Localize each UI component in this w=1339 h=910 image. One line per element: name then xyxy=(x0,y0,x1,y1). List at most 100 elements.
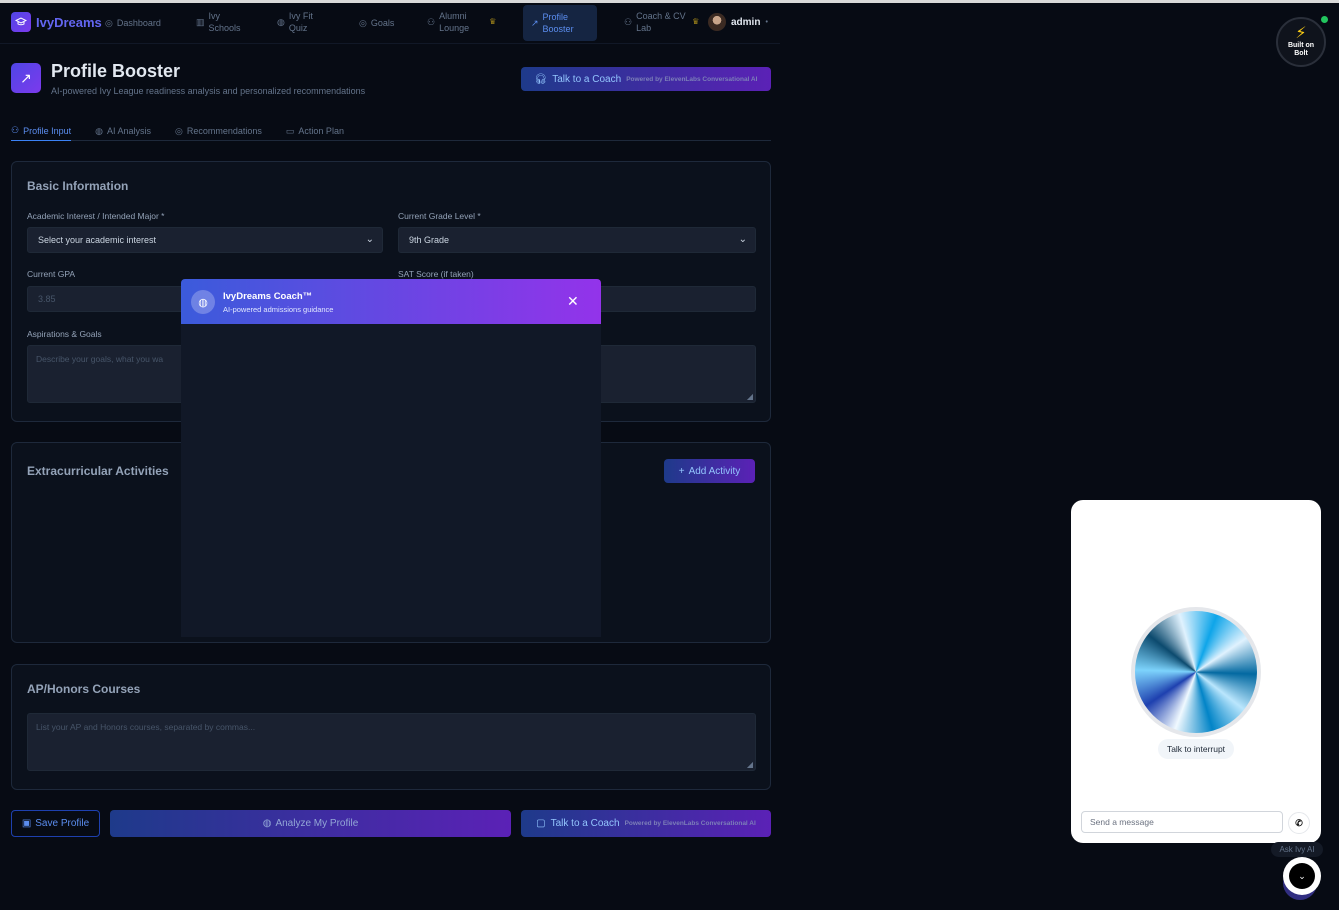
brain-icon: ◍ xyxy=(277,17,285,27)
end-call-icon[interactable]: ✆ xyxy=(1288,812,1310,834)
save-profile-button[interactable]: ▣ Save Profile xyxy=(11,810,100,837)
add-activity-button[interactable]: + Add Activity xyxy=(664,459,755,483)
resize-handle-icon[interactable]: ◢ xyxy=(747,392,753,401)
tab-ai-analysis[interactable]: ◍ AI Analysis xyxy=(95,121,151,141)
sat-label: SAT Score (if taken) xyxy=(398,269,474,279)
username: admin xyxy=(731,16,761,28)
bolt-line1: Built on xyxy=(1287,42,1315,49)
nav-divider xyxy=(0,43,780,44)
tab-label: AI Analysis xyxy=(106,126,151,136)
bolt-line2: Bolt xyxy=(1294,50,1308,57)
nav-item-ivy-fit-quiz[interactable]: ◍ Ivy Fit Quiz xyxy=(277,10,322,34)
modal-header: ◍ IvyDreams Coach™ AI-powered admissions… xyxy=(181,279,601,324)
resize-handle-icon[interactable]: ◢ xyxy=(747,760,753,769)
nav-label: Ivy Schools xyxy=(208,11,241,33)
chevron-down-icon: ⌄ xyxy=(1289,863,1315,889)
chevron-down-icon: ⌄ xyxy=(738,234,747,245)
major-select[interactable]: Select your academic interest ⌄ xyxy=(27,227,383,253)
avatar xyxy=(708,13,726,31)
brain-icon: ◍ xyxy=(191,290,215,314)
grade-value: 9th Grade xyxy=(409,235,450,245)
voice-orb[interactable] xyxy=(1135,611,1257,733)
grade-select[interactable]: 9th Grade ⌄ xyxy=(398,227,756,253)
trending-up-icon: ↗ xyxy=(11,63,41,93)
user-icon: ⚇ xyxy=(624,17,633,27)
chevron-down-icon: ⌄ xyxy=(365,234,374,245)
built-on-bolt-badge[interactable]: ⚡︎ Built on Bolt xyxy=(1276,17,1326,67)
gpa-placeholder: 3.85 xyxy=(38,294,56,304)
coach-button-label: Talk to a Coach xyxy=(552,73,622,85)
nav-item-coach-cv-lab[interactable]: ⚇ Coach & CV Lab ♛ xyxy=(624,10,699,34)
talk-to-coach-button[interactable]: 🎧︎ Talk to a Coach Powered by ElevenLabs… xyxy=(521,67,771,91)
nav-item-profile-booster[interactable]: ↗ Profile Booster xyxy=(523,5,597,41)
major-value: Select your academic interest xyxy=(38,235,157,245)
interrupt-label: Talk to interrupt xyxy=(1166,744,1226,754)
nav-label: Alumni Lounge xyxy=(439,11,470,33)
ap-placeholder: List your AP and Honors courses, separat… xyxy=(36,722,256,732)
crown-icon: ♛ xyxy=(489,17,497,26)
section-title: Basic Information xyxy=(27,179,129,193)
ap-courses-textarea[interactable]: List your AP and Honors courses, separat… xyxy=(27,713,756,771)
logo-text: IvyDreams xyxy=(36,14,102,30)
modal-subtitle: AI-powered admissions guidance xyxy=(223,305,334,314)
page-title: Profile Booster xyxy=(51,61,181,81)
user-menu[interactable]: admin • xyxy=(708,13,768,31)
ap-courses-card: AP/Honors Courses List your AP and Honor… xyxy=(11,664,771,790)
crown-icon: ♛ xyxy=(692,17,700,26)
ask-ivy-label: Ask Ivy AI xyxy=(1271,842,1323,857)
nav-item-alumni-lounge[interactable]: ⚇ Alumni Lounge ♛ xyxy=(427,10,496,34)
nav-label: Dashboard xyxy=(116,18,161,28)
section-title: Extracurricular Activities xyxy=(27,464,169,478)
close-icon[interactable]: ✕ xyxy=(567,293,579,310)
section-title: AP/Honors Courses xyxy=(27,682,141,696)
brain-icon: ◍ xyxy=(95,125,103,136)
modal-title: IvyDreams Coach™ xyxy=(223,291,313,302)
aspirations-placeholder: Describe your goals, what you wa xyxy=(36,354,164,364)
nav-item-ivy-schools[interactable]: ▥ Ivy Schools xyxy=(196,10,246,34)
voice-agent-widget: Talk to interrupt Send a message ✆ xyxy=(1071,500,1321,843)
graduation-cap-icon xyxy=(11,12,31,32)
add-activity-label: Add Activity xyxy=(688,465,741,477)
tab-label: Recommendations xyxy=(186,126,262,136)
tab-recommendations[interactable]: ◎ Recommendations xyxy=(175,121,262,141)
tab-label: Action Plan xyxy=(298,126,344,136)
grade-label: Current Grade Level * xyxy=(398,211,481,221)
user-icon: ⚇ xyxy=(11,125,20,135)
message-icon: ▢ xyxy=(536,818,546,829)
nav-item-goals[interactable]: ◎ Goals xyxy=(359,17,394,29)
message-placeholder: Send a message xyxy=(1090,817,1154,827)
coach-button-label: Talk to a Coach xyxy=(550,818,620,829)
trending-up-icon: ↗ xyxy=(531,18,539,28)
talk-to-interrupt-button[interactable]: Talk to interrupt xyxy=(1158,739,1234,759)
building-icon: ▥ xyxy=(196,17,205,27)
tab-label: Profile Input xyxy=(23,125,72,136)
aspirations-label: Aspirations & Goals xyxy=(27,329,102,339)
talk-to-coach-button-bottom[interactable]: ▢ Talk to a Coach Powered by ElevenLabs … xyxy=(521,810,771,837)
major-label: Academic Interest / Intended Major * xyxy=(27,211,165,221)
headphones-icon: 🎧︎ xyxy=(534,73,548,85)
save-label: Save Profile xyxy=(35,818,90,829)
analyze-label: Analyze My Profile xyxy=(275,818,359,829)
nav-item-dashboard[interactable]: ◎ Dashboard xyxy=(105,17,161,29)
tab-action-plan[interactable]: ▭ Action Plan xyxy=(286,121,344,141)
message-input[interactable]: Send a message xyxy=(1081,811,1283,833)
target-icon: ◎ xyxy=(175,125,183,136)
users-icon: ⚇ xyxy=(427,17,436,27)
analyze-profile-button[interactable]: ◍ Analyze My Profile xyxy=(110,810,511,837)
coach-modal: ◍ IvyDreams Coach™ AI-powered admissions… xyxy=(181,279,601,637)
chevron-down-icon: • xyxy=(765,18,768,26)
page-subtitle: AI-powered Ivy League readiness analysis… xyxy=(51,86,366,96)
brain-icon: ◍ xyxy=(262,818,272,829)
calendar-icon: ▭ xyxy=(285,125,295,136)
gauge-icon: ◎ xyxy=(105,18,113,28)
target-icon: ◎ xyxy=(359,18,367,28)
app-logo[interactable]: IvyDreams xyxy=(11,12,102,32)
lightning-icon: ⚡︎ xyxy=(1295,25,1307,42)
powered-by-label: Powered by ElevenLabs Conversational AI xyxy=(626,75,758,83)
tab-profile-input[interactable]: ⚇ Profile Input xyxy=(11,121,72,141)
save-icon: ▣ xyxy=(21,818,32,829)
nav-label: Profile Booster xyxy=(542,12,574,34)
status-dot xyxy=(1321,16,1328,23)
nav-label: Goals xyxy=(370,18,395,28)
widget-toggle-button[interactable]: ⌄ xyxy=(1283,857,1321,895)
